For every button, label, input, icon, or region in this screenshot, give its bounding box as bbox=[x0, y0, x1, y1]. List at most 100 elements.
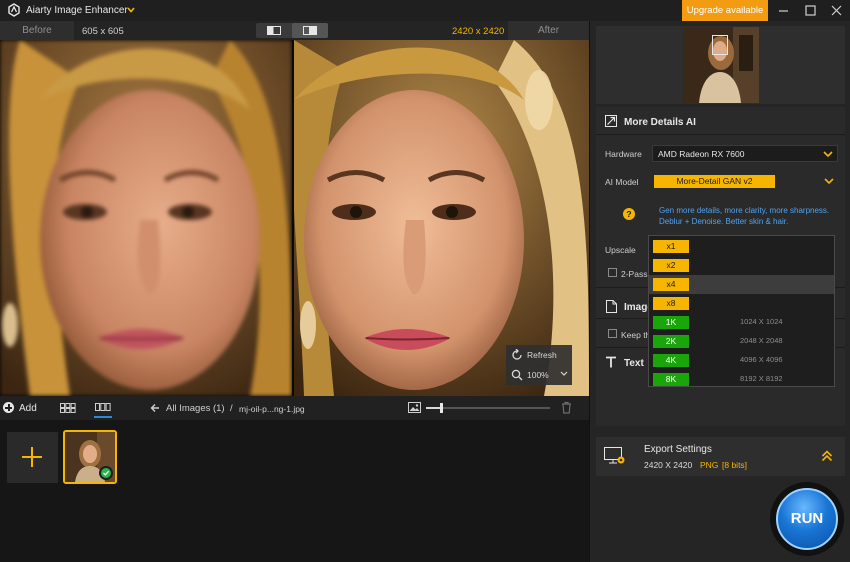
image-size-icon bbox=[408, 402, 421, 413]
hardware-label: Hardware bbox=[605, 149, 642, 159]
chevron-down-icon bbox=[560, 371, 568, 376]
zoom-value: 100% bbox=[527, 370, 549, 380]
ai-model-label: AI Model bbox=[605, 177, 639, 187]
export-format: PNG bbox=[700, 460, 719, 470]
breadcrumb-all-images[interactable]: All Images (1) bbox=[166, 403, 225, 414]
upscale-option-2k[interactable]: 2K 2048 X 2048 bbox=[649, 332, 834, 351]
ai-model-select[interactable]: More-Detail GAN v2 bbox=[652, 173, 838, 190]
image-preview[interactable]: Refresh 100% bbox=[0, 40, 589, 396]
text-section-icon bbox=[606, 356, 616, 368]
close-icon bbox=[831, 5, 842, 16]
before-size: 605 x 605 bbox=[82, 26, 124, 37]
export-settings[interactable]: Export Settings 2420 X 2420 PNG [8 bits] bbox=[596, 437, 845, 476]
back-arrow-icon[interactable] bbox=[150, 403, 160, 413]
zoom-icon bbox=[511, 369, 523, 381]
thumbnail-size-slider[interactable] bbox=[426, 403, 550, 413]
upscale-option-label: x4 bbox=[653, 278, 689, 291]
export-title: Export Settings bbox=[644, 444, 712, 455]
add-image-tile[interactable] bbox=[7, 432, 58, 483]
chevron-up-icon[interactable] bbox=[821, 450, 833, 462]
export-bits: [8 bits] bbox=[722, 460, 748, 470]
upscale-option-label: 2K bbox=[653, 335, 689, 348]
breadcrumb-separator: / bbox=[230, 403, 233, 414]
section-title-text: Text bbox=[624, 358, 644, 369]
navigator-viewport[interactable] bbox=[712, 35, 728, 55]
more-details-icon bbox=[605, 115, 617, 127]
upscale-label: Upscale bbox=[605, 245, 636, 255]
upscale-option-x1[interactable]: x1 bbox=[649, 237, 834, 256]
upscale-option-8k[interactable]: 8K 8192 X 8192 bbox=[649, 370, 834, 389]
upgrade-button[interactable]: Upgrade available bbox=[682, 0, 768, 21]
split-view-button[interactable] bbox=[292, 23, 328, 38]
slider-fill bbox=[426, 407, 441, 409]
app-title: Aiarty Image Enhancer bbox=[26, 5, 128, 16]
processed-check-icon bbox=[99, 466, 113, 480]
upscale-dropdown[interactable]: x1 x2 x4 x8 1K 1024 X 1024 2K 2048 X 2048 4K 4096… bbox=[648, 235, 835, 387]
add-label: Add bbox=[19, 403, 37, 414]
zoom-select[interactable]: 100% bbox=[506, 365, 572, 385]
thumbnail-strip bbox=[0, 420, 589, 562]
upscale-option-resolution: 1024 X 1024 bbox=[740, 317, 783, 326]
help-icon[interactable]: ? bbox=[623, 208, 635, 220]
upscale-option-1k[interactable]: 1K 1024 X 1024 bbox=[649, 313, 834, 332]
after-label: After bbox=[508, 21, 589, 40]
run-button[interactable]: RUN bbox=[776, 488, 838, 550]
keep-label: Keep th bbox=[621, 330, 651, 340]
upscale-option-x2[interactable]: x2 bbox=[649, 256, 834, 275]
upscale-option-label: x2 bbox=[653, 259, 689, 272]
ai-model-value: More-Detail GAN v2 bbox=[654, 175, 775, 188]
active-view-indicator bbox=[94, 416, 112, 418]
navigator-preview[interactable] bbox=[596, 26, 845, 104]
view-mode-toggle bbox=[256, 23, 328, 38]
image-toolbar: Add All Images (1) / mj-oil-p...ng-1.jpg bbox=[0, 396, 589, 420]
chevron-down-icon bbox=[824, 178, 834, 185]
hardware-select[interactable]: AMD Radeon RX 7600 bbox=[652, 145, 838, 162]
grid-view-icon[interactable] bbox=[60, 403, 76, 413]
compare-bar: Before 605 x 605 2420 x 2420 After bbox=[0, 21, 589, 40]
maximize-button[interactable] bbox=[797, 0, 824, 21]
after-size: 2420 x 2420 bbox=[452, 26, 505, 37]
export-monitor-icon bbox=[604, 447, 625, 464]
upscale-option-resolution: 4096 X 4096 bbox=[740, 355, 783, 364]
upscale-option-label: 4K bbox=[653, 354, 689, 367]
refresh-icon bbox=[512, 349, 522, 360]
export-resolution: 2420 X 2420 bbox=[644, 460, 693, 470]
close-button[interactable] bbox=[823, 0, 850, 21]
minimize-icon bbox=[779, 10, 788, 12]
split-view-icon bbox=[303, 26, 317, 35]
hardware-value: AMD Radeon RX 7600 bbox=[658, 149, 745, 159]
image-section-icon bbox=[606, 300, 617, 313]
minimize-button[interactable] bbox=[770, 0, 797, 21]
chevron-down-icon[interactable] bbox=[126, 3, 136, 17]
slider-handle[interactable] bbox=[439, 403, 443, 413]
upscale-option-label: x1 bbox=[653, 240, 689, 253]
upscale-option-label: 8K bbox=[653, 373, 689, 386]
before-image bbox=[0, 40, 292, 396]
after-image bbox=[294, 40, 589, 396]
single-view-button[interactable] bbox=[256, 23, 292, 38]
upscale-option-resolution: 8192 X 8192 bbox=[740, 374, 783, 383]
keep-checkbox[interactable] bbox=[608, 329, 617, 338]
navigator-image bbox=[683, 27, 759, 103]
ai-model-description: Gen more details, more clarity, more sha… bbox=[659, 206, 830, 226]
upscale-option-x8[interactable]: x8 bbox=[649, 294, 834, 313]
upscale-option-4k[interactable]: 4K 4096 X 4096 bbox=[649, 351, 834, 370]
strip-view-icon[interactable] bbox=[95, 403, 111, 411]
title-bar: Aiarty Image Enhancer Upgrade available bbox=[0, 0, 850, 21]
chevron-down-icon bbox=[823, 151, 833, 158]
trash-icon[interactable] bbox=[561, 401, 572, 414]
before-label: Before bbox=[0, 21, 74, 40]
app-logo-icon bbox=[8, 3, 20, 17]
refresh-label: Refresh bbox=[527, 350, 557, 360]
maximize-icon bbox=[805, 5, 816, 16]
refresh-button[interactable]: Refresh bbox=[506, 345, 572, 365]
upscale-option-x4[interactable]: x4 bbox=[649, 275, 834, 294]
upscale-option-label: x8 bbox=[653, 297, 689, 310]
thumbnail-image[interactable] bbox=[63, 430, 117, 484]
single-view-icon bbox=[267, 26, 281, 35]
upscale-option-resolution: 2048 X 2048 bbox=[740, 336, 783, 345]
breadcrumb-filename: mj-oil-p...ng-1.jpg bbox=[239, 404, 305, 414]
add-image-button[interactable]: Add bbox=[3, 401, 43, 415]
add-icon bbox=[3, 402, 14, 413]
two-pass-checkbox[interactable] bbox=[608, 268, 617, 277]
